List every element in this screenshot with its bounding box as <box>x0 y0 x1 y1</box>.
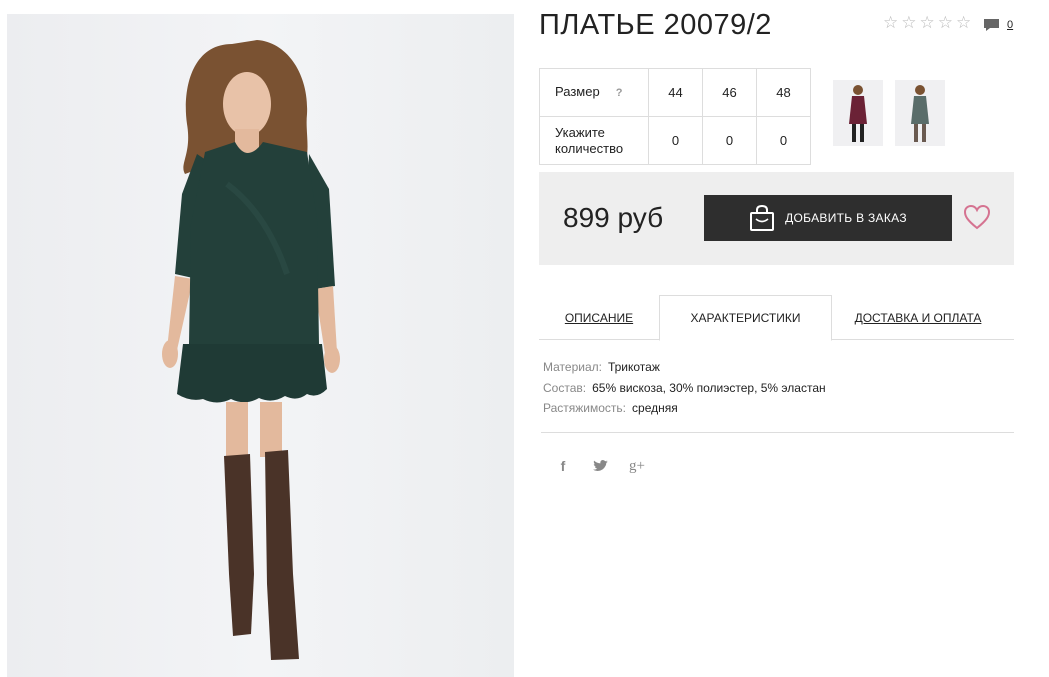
characteristic-key: Состав: <box>543 380 587 395</box>
characteristic-key: Материал: <box>543 360 602 374</box>
add-to-order-button[interactable]: ДОБАВИТЬ В ЗАКАЗ <box>704 195 952 241</box>
tab-delivery-payment[interactable]: ДОСТАВКА И ОПЛАТА <box>832 295 1004 340</box>
tab-description[interactable]: ОПИСАНИЕ <box>539 295 659 340</box>
star-icon[interactable]: ☆ <box>883 14 898 31</box>
characteristic-key: Растяжимость: <box>543 401 627 415</box>
product-title: ПЛАТЬЕ 20079/2 <box>539 9 772 41</box>
divider <box>541 432 1014 433</box>
facebook-icon[interactable]: f <box>554 457 572 475</box>
size-label-cell: Размер? <box>539 68 649 117</box>
twitter-bird-shape <box>592 460 608 471</box>
price-box: 899 руб ДОБАВИТЬ В ЗАКАЗ <box>539 172 1014 265</box>
twitter-icon[interactable] <box>591 457 609 475</box>
characteristic-value: Трикотаж <box>607 360 660 374</box>
add-to-order-label: ДОБАВИТЬ В ЗАКАЗ <box>785 211 907 225</box>
quantity-row: Укажите количество 0 0 0 <box>539 116 811 165</box>
star-icon[interactable]: ☆ <box>901 14 916 31</box>
rating-stars[interactable]: ☆ ☆ ☆ ☆ ☆ <box>883 14 971 31</box>
thumbnail-burgundy[interactable] <box>833 80 883 146</box>
quantity-input-44[interactable]: 0 <box>648 116 703 165</box>
heart-icon[interactable] <box>963 204 991 230</box>
product-main-image[interactable] <box>7 14 514 677</box>
star-icon[interactable]: ☆ <box>956 14 971 31</box>
shopping-bag-icon <box>750 204 775 231</box>
size-option-46[interactable]: 46 <box>702 68 757 117</box>
size-option-44[interactable]: 44 <box>648 68 703 117</box>
characteristic-row: Растяжимость: средняя <box>543 398 826 419</box>
quantity-label-line1: Укажите <box>555 124 605 140</box>
help-icon[interactable]: ? <box>616 87 623 99</box>
thumbnail-green[interactable] <box>895 80 945 146</box>
tab-characteristics[interactable]: ХАРАКТЕРИСТИКИ <box>659 295 832 341</box>
thumbnail-green-image <box>911 85 929 142</box>
quantity-input-48[interactable]: 0 <box>756 116 811 165</box>
google-plus-icon[interactable]: g+ <box>628 457 646 475</box>
price: 899 руб <box>563 202 664 233</box>
quantity-label-line2: количество <box>555 140 624 156</box>
model-illustration <box>162 40 340 660</box>
characteristic-value: средняя <box>632 401 678 415</box>
size-row: Размер? 44 46 48 <box>539 68 811 117</box>
size-label: Размер <box>555 84 600 99</box>
star-icon[interactable]: ☆ <box>920 14 935 31</box>
characteristic-value: 65% вискоза, 30% полиэстер, 5% эластан <box>592 380 826 395</box>
product-tabs: ОПИСАНИЕ ХАРАКТЕРИСТИКИ ДОСТАВКА И ОПЛАТ… <box>539 295 1014 341</box>
characteristic-row: Состав: 65% вискоза, 30% полиэстер, 5% эл… <box>543 378 826 399</box>
comment-count-link[interactable]: 0 <box>1007 19 1013 31</box>
thumbnail-burgundy-image <box>849 85 867 142</box>
comment-icon[interactable] <box>983 18 1000 32</box>
quantity-input-46[interactable]: 0 <box>702 116 757 165</box>
characteristics-list: Материал: Трикотаж Состав: 65% вискоза, 30… <box>543 357 826 419</box>
star-icon[interactable]: ☆ <box>938 14 953 31</box>
quantity-label-cell: Укажите количество <box>539 116 649 165</box>
characteristic-row: Материал: Трикотаж <box>543 357 826 378</box>
size-option-48[interactable]: 48 <box>756 68 811 117</box>
size-quantity-table: Размер? 44 46 48 Укажите количество 0 0 … <box>539 68 811 165</box>
